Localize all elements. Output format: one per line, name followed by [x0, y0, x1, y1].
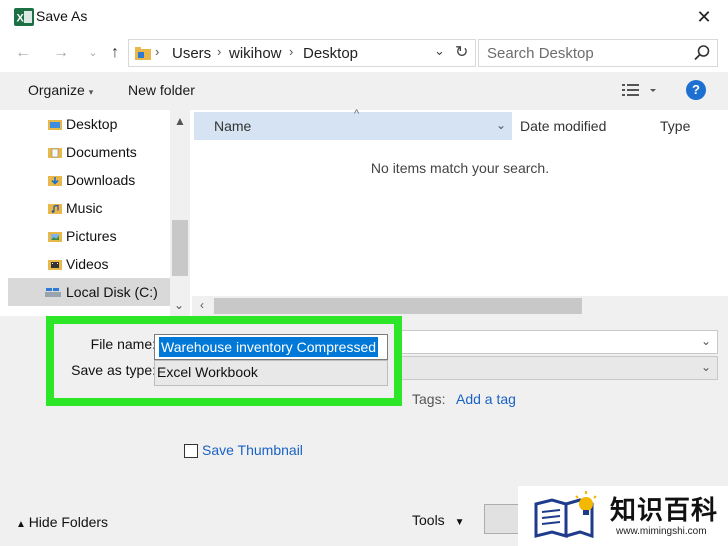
- empty-message: No items match your search.: [370, 160, 550, 176]
- nav-item-label: Downloads: [66, 172, 136, 188]
- chevron-down-icon[interactable]: ⌄: [434, 43, 445, 59]
- help-icon[interactable]: ?: [686, 80, 706, 100]
- up-arrow-icon[interactable]: ↑: [104, 42, 126, 64]
- organize-label: Organize: [28, 82, 85, 98]
- file-name-value[interactable]: Warehouse inventory Compressed: [159, 337, 379, 357]
- address-row: ← → ⌄ ↑ › Users › wikihow › Desktop ⌄ ↻ …: [0, 34, 728, 72]
- new-folder-button[interactable]: New folder: [128, 82, 195, 98]
- scroll-thumb[interactable]: [214, 298, 582, 314]
- sort-ascending-icon: ^: [354, 108, 360, 120]
- nav-item-local-disk[interactable]: Local Disk (C:): [8, 278, 170, 306]
- chevron-down-icon[interactable]: ⌄: [701, 360, 711, 374]
- nav-item-label: Music: [66, 200, 103, 216]
- hide-folders-label: Hide Folders: [28, 514, 109, 530]
- breadcrumb-desktop[interactable]: Desktop: [303, 45, 358, 62]
- breadcrumb-separator: ›: [155, 44, 160, 59]
- nav-item-desktop[interactable]: Desktop: [8, 110, 170, 138]
- downloads-icon: [48, 176, 62, 186]
- save-thumbnail-label[interactable]: Save Thumbnail: [202, 442, 303, 458]
- highlight-box: File name: Warehouse inventory Compresse…: [46, 316, 402, 406]
- watermark-title: 知识百科: [610, 496, 719, 526]
- save-form: ⌄ ⌄ File name: Warehouse inventory Compr…: [0, 316, 728, 484]
- breadcrumb[interactable]: › Users › wikihow › Desktop ⌄ ↻: [128, 39, 476, 67]
- save-thumbnail-checkbox[interactable]: [184, 444, 198, 458]
- scroll-left-icon[interactable]: ‹: [200, 298, 204, 312]
- chevron-down-icon: ▾: [88, 87, 94, 97]
- chevron-up-icon: ▲: [16, 519, 29, 530]
- navigation-pane: Desktop Documents Downloads Music Pictur…: [0, 110, 192, 316]
- nav-item-label: Local Disk (C:): [66, 284, 158, 300]
- search-placeholder: Search Desktop: [487, 45, 594, 62]
- recent-locations-chevron-icon[interactable]: ⌄: [82, 42, 104, 64]
- window-title: Save As: [36, 8, 88, 24]
- scroll-down-icon[interactable]: ⌄: [174, 298, 184, 312]
- nav-item-label: Videos: [66, 256, 109, 272]
- column-header-name[interactable]: ^ Name ⌄: [194, 108, 512, 140]
- nav-item-label: Documents: [66, 144, 137, 160]
- pictures-icon: [48, 232, 62, 242]
- folder-icon: [135, 47, 151, 60]
- documents-icon: [48, 148, 62, 158]
- breadcrumb-wikihow[interactable]: wikihow: [229, 45, 282, 62]
- nav-item-downloads[interactable]: Downloads: [8, 166, 170, 194]
- view-options-icon[interactable]: [622, 82, 658, 100]
- back-arrow-icon[interactable]: ←: [12, 42, 34, 64]
- hide-folders-button[interactable]: ▲ Hide Folders: [16, 514, 108, 530]
- breadcrumb-users[interactable]: Users: [172, 45, 211, 62]
- search-icon[interactable]: [693, 44, 711, 62]
- book-lightbulb-logo: [534, 491, 597, 539]
- nav-item-pictures[interactable]: Pictures: [8, 222, 170, 250]
- file-name-field-extension[interactable]: ⌄: [390, 330, 718, 354]
- refresh-icon[interactable]: ↻: [455, 42, 468, 62]
- breadcrumb-separator: ›: [289, 44, 294, 59]
- breadcrumb-separator: ›: [217, 44, 222, 59]
- music-icon: [48, 204, 62, 214]
- nav-item-documents[interactable]: Documents: [8, 138, 170, 166]
- chevron-down-icon: ▼: [454, 517, 465, 528]
- column-header-type[interactable]: Type: [660, 118, 690, 134]
- nav-item-videos[interactable]: Videos: [8, 250, 170, 278]
- organize-button[interactable]: Organize ▾: [28, 82, 93, 98]
- nav-item-label: Desktop: [66, 116, 118, 132]
- save-type-select-extension[interactable]: ⌄: [390, 356, 718, 380]
- chevron-down-icon[interactable]: ⌄: [701, 334, 711, 348]
- column-header-date-modified[interactable]: Date modified: [520, 118, 606, 134]
- watermark: 知识百科 www.mimingshi.com: [518, 486, 728, 546]
- videos-icon: [48, 260, 62, 270]
- nav-item-music[interactable]: Music: [8, 194, 170, 222]
- toolbar: Organize ▾ New folder ?: [0, 72, 728, 110]
- search-input[interactable]: Search Desktop: [478, 39, 718, 67]
- horizontal-scrollbar[interactable]: ‹: [192, 296, 728, 316]
- title-bar: X Save As ✕: [0, 0, 728, 34]
- excel-app-icon: X: [14, 8, 34, 26]
- save-as-type-select[interactable]: Excel Workbook: [154, 360, 388, 386]
- tools-button[interactable]: Tools ▼: [412, 512, 464, 528]
- nav-item-label: Pictures: [66, 228, 117, 244]
- forward-arrow-icon[interactable]: →: [50, 42, 72, 64]
- add-tag-link[interactable]: Add a tag: [456, 391, 516, 407]
- watermark-url: www.mimingshi.com: [616, 526, 707, 537]
- drive-icon: [45, 288, 61, 297]
- file-name-label: File name:: [90, 336, 156, 352]
- svg-text:X: X: [17, 13, 25, 25]
- tags-label: Tags:: [412, 391, 446, 407]
- close-icon[interactable]: ✕: [690, 6, 718, 28]
- scroll-up-icon[interactable]: ▲: [174, 114, 186, 128]
- folder-icon: [48, 120, 62, 130]
- tools-label: Tools: [412, 512, 445, 528]
- file-list: ^ Name ⌄ Date modified Type No items mat…: [192, 108, 728, 316]
- save-as-type-label: Save as type:: [71, 362, 156, 378]
- file-name-field[interactable]: Warehouse inventory Compressed: [154, 334, 388, 360]
- save-as-type-value: Excel Workbook: [157, 364, 258, 380]
- column-name-label: Name: [214, 118, 252, 134]
- scroll-thumb[interactable]: [172, 220, 188, 276]
- chevron-down-icon[interactable]: ⌄: [496, 118, 506, 132]
- nav-scrollbar[interactable]: ▲ ⌄: [170, 110, 190, 316]
